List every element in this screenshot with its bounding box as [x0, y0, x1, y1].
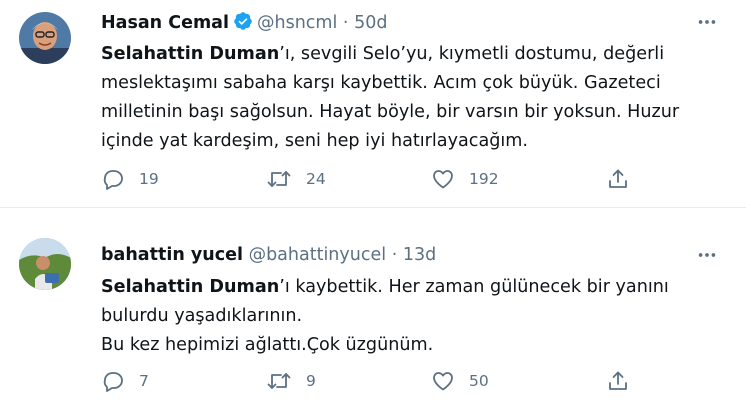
retweet-icon [266, 167, 292, 191]
tweet-text-line: meslektaşımı sabaha karşı kaybettik. Acı… [101, 73, 661, 93]
tweet-actions: 7 9 50 [101, 369, 641, 393]
share-button[interactable] [606, 167, 630, 191]
tweet-text-line: milletinin başı sağolsun. Hayat böyle, b… [101, 102, 680, 122]
tweet-header: Hasan Cemal @hsncml · 50d [101, 11, 387, 37]
tweet[interactable]: Hasan Cemal @hsncml · 50d Selahattin Duma… [0, 0, 746, 208]
reply-icon [101, 369, 125, 393]
more-icon[interactable] [692, 11, 722, 33]
like-icon [431, 369, 455, 393]
like-button[interactable]: 192 [431, 167, 499, 191]
retweet-button[interactable]: 24 [266, 167, 326, 191]
retweet-button[interactable]: 9 [266, 369, 316, 393]
timestamp[interactable]: 50d [354, 13, 387, 33]
like-count: 192 [469, 170, 499, 188]
author-handle[interactable]: @hsncml [257, 13, 337, 33]
timestamp[interactable]: 13d [403, 245, 436, 265]
separator-dot: · [391, 245, 398, 265]
tweet-text-line: Bu kez hepimizi ağlattı.Çok üzgünüm. [101, 335, 434, 355]
reply-icon [101, 167, 125, 191]
retweet-count: 9 [306, 372, 316, 390]
verified-badge-icon [233, 11, 253, 37]
retweet-icon [266, 369, 292, 393]
mention-name: Selahattin Duman [101, 44, 280, 64]
like-button[interactable]: 50 [431, 369, 489, 393]
like-count: 50 [469, 372, 489, 390]
tweet-text: Selahattin Duman’ı kaybettik. Her zaman … [101, 273, 721, 360]
reply-button[interactable]: 7 [101, 369, 149, 393]
share-icon [606, 167, 630, 191]
tweet-text-line: bulurdu yaşadıklarının. [101, 306, 303, 326]
reply-count: 7 [139, 372, 149, 390]
author-handle[interactable]: @bahattinyucel [249, 245, 387, 265]
tweet[interactable]: bahattin yucel @bahattinyucel · 13d Sela… [0, 208, 746, 403]
tweet-text-line: içinde yat kardeşim, seni hep iyi hatırl… [101, 131, 529, 151]
share-button[interactable] [606, 369, 630, 393]
tweet-text-line: ’ı, sevgili Selo’yu, kıymetli dostumu, d… [279, 44, 665, 64]
tweet-text: Selahattin Duman’ı, sevgili Selo’yu, kıy… [101, 40, 721, 156]
retweet-count: 24 [306, 170, 326, 188]
avatar[interactable] [19, 238, 71, 290]
tweet-header: bahattin yucel @bahattinyucel · 13d [101, 244, 436, 266]
tweet-text-line: ’ı kaybettik. Her zaman gülünecek bir ya… [279, 277, 669, 297]
reply-button[interactable]: 19 [101, 167, 159, 191]
avatar[interactable] [19, 12, 71, 64]
mention-name: Selahattin Duman [101, 277, 280, 297]
author-name[interactable]: bahattin yucel [101, 245, 243, 265]
separator-dot: · [342, 13, 349, 33]
share-icon [606, 369, 630, 393]
more-icon[interactable] [692, 244, 722, 266]
reply-count: 19 [139, 170, 159, 188]
tweet-actions: 19 24 192 [101, 167, 641, 191]
author-name[interactable]: Hasan Cemal [101, 13, 229, 33]
like-icon [431, 167, 455, 191]
